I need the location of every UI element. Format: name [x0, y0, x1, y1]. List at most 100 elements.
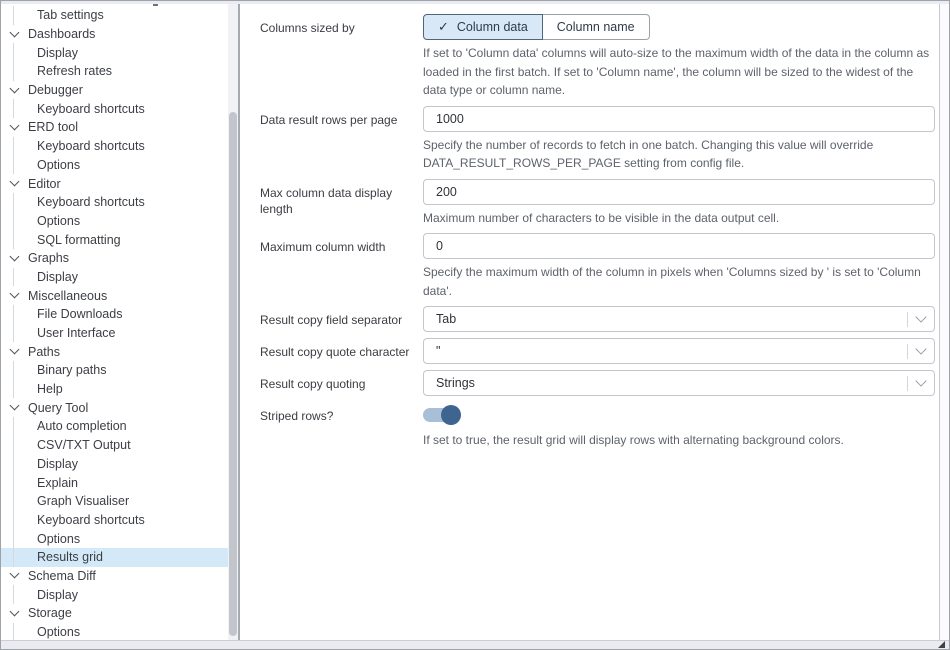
preferences-panel: Columns sized by✓Column dataColumn nameI… — [240, 4, 939, 640]
sidebar-item-graphs[interactable]: Graphs — [1, 249, 228, 268]
sidebar-item-options[interactable]: Options — [1, 529, 228, 548]
sidebar-item-label: Explain — [37, 476, 78, 490]
sidebar-item-file-downloads[interactable]: File Downloads — [1, 305, 228, 324]
sidebar-item-display[interactable]: Display — [1, 43, 228, 62]
chevron-down-icon[interactable] — [10, 251, 20, 261]
sidebar-item-label: Display — [37, 46, 78, 60]
preference-label-striped-rows: Striped rows? — [260, 402, 423, 450]
sidebar-item-label: Paths — [28, 345, 60, 359]
select-result-copy-quote-character[interactable]: " — [423, 338, 935, 364]
sidebar-item-storage[interactable]: Storage — [1, 604, 228, 623]
window-footer — [1, 640, 949, 649]
sidebar-item-user-interface[interactable]: User Interface — [1, 324, 228, 343]
select-result-copy-quoting[interactable]: Strings — [423, 370, 935, 396]
sidebar-item-options[interactable]: Options — [1, 156, 228, 175]
input-value: 200 — [436, 185, 457, 199]
sidebar-scrollbar-thumb[interactable] — [229, 112, 237, 636]
sidebar-item-label: Tab settings — [37, 8, 104, 22]
chevron-down-icon[interactable] — [10, 345, 20, 355]
input-value: 1000 — [436, 112, 464, 126]
preference-label-result-copy-field-separator: Result copy field separator — [260, 306, 423, 332]
input-data-result-rows-per-page[interactable]: 1000 — [423, 106, 935, 132]
sidebar-item-keyboard-shortcuts[interactable]: Keyboard shortcuts — [1, 99, 228, 118]
preferences-tree: Tab settings Dashboards Display Refresh rat… — [1, 4, 228, 640]
segment-column-name[interactable]: Column name — [543, 14, 650, 40]
preference-control-cell: 200 Maximum number of characters to be vi… — [423, 179, 935, 228]
chevron-down-icon[interactable] — [10, 27, 20, 37]
segmented-columns-sized-by: ✓Column dataColumn name — [423, 14, 650, 40]
sidebar-item-dashboards[interactable]: Dashboards — [1, 25, 228, 44]
chevron-down-icon[interactable] — [915, 311, 926, 322]
tree-guide-line — [13, 156, 14, 175]
chevron-down-icon[interactable] — [10, 83, 20, 93]
tree-guide-line — [13, 473, 14, 492]
sidebar-item-paths[interactable]: Paths — [1, 342, 228, 361]
preference-row-result-copy-quoting: Result copy quotingStrings — [260, 370, 931, 396]
chevron-down-icon[interactable] — [10, 121, 20, 131]
tree-guide-line — [13, 6, 14, 25]
sidebar-item-display[interactable]: Display — [1, 268, 228, 287]
tree-guide-line — [13, 548, 14, 567]
sidebar-item-label: Debugger — [28, 83, 83, 97]
sidebar-item-options[interactable]: Options — [1, 623, 228, 640]
chevron-down-icon[interactable] — [10, 401, 20, 411]
sidebar-item-label: Keyboard shortcuts — [37, 513, 145, 527]
tree-guide-line — [13, 305, 14, 324]
sidebar-item-binary-paths[interactable]: Binary paths — [1, 361, 228, 380]
sidebar-item-label: Keyboard shortcuts — [37, 195, 145, 209]
help-text-data-result-rows-per-page: Specify the number of records to fetch i… — [423, 136, 935, 173]
resize-grip-icon[interactable] — [938, 641, 945, 648]
sidebar-item-debugger[interactable]: Debugger — [1, 81, 228, 100]
sidebar-item-keyboard-shortcuts[interactable]: Keyboard shortcuts — [1, 137, 228, 156]
chevron-down-icon[interactable] — [10, 177, 20, 187]
tree-guide-line — [13, 585, 14, 604]
sidebar-item-keyboard-shortcuts[interactable]: Keyboard shortcuts — [1, 193, 228, 212]
sidebar-item-miscellaneous[interactable]: Miscellaneous — [1, 286, 228, 305]
select-result-copy-field-separator[interactable]: Tab — [423, 306, 935, 332]
sidebar-item-label: Query Tool — [28, 401, 88, 415]
sidebar-item-auto-completion[interactable]: Auto completion — [1, 417, 228, 436]
tree-guide-line — [13, 137, 14, 156]
preferences-window: Tab settings Dashboards Display Refresh rat… — [0, 0, 950, 650]
sidebar-item-options[interactable]: Options — [1, 212, 228, 231]
sidebar-item-erd-tool[interactable]: ERD tool — [1, 118, 228, 137]
preference-row-maximum-column-width: Maximum column width0Specify the maximum… — [260, 233, 931, 300]
sidebar-item-sql-formatting[interactable]: SQL formatting — [1, 230, 228, 249]
panel-scrollbar-track[interactable] — [939, 4, 949, 640]
sidebar-item-label: ERD tool — [28, 120, 78, 134]
sidebar-item-graph-visualiser[interactable]: Graph Visualiser — [1, 492, 228, 511]
sidebar-item-query-tool[interactable]: Query Tool — [1, 398, 228, 417]
preference-control-cell: If set to true, the result grid will dis… — [423, 402, 935, 450]
chevron-down-icon[interactable] — [915, 343, 926, 354]
sidebar-scrollbar-track[interactable] — [228, 4, 238, 640]
tree-guide-line — [13, 511, 14, 530]
sidebar-item-label: Options — [37, 214, 80, 228]
chevron-down-icon[interactable] — [10, 289, 20, 299]
toggle-striped-rows[interactable] — [423, 408, 460, 422]
help-text-max-column-data-display-length: Maximum number of characters to be visib… — [423, 209, 935, 228]
tree-guide-line — [13, 230, 14, 249]
chevron-down-icon[interactable] — [915, 375, 926, 386]
sidebar-item-help[interactable]: Help — [1, 380, 228, 399]
segment-column-data[interactable]: ✓Column data — [423, 14, 543, 40]
sidebar-item-tab-settings[interactable]: Tab settings — [1, 6, 228, 25]
sidebar-item-label: Auto completion — [37, 419, 127, 433]
sidebar-item-csv-txt-output[interactable]: CSV/TXT Output — [1, 436, 228, 455]
sidebar-item-display[interactable]: Display — [1, 455, 228, 474]
sidebar-item-label: Options — [37, 532, 80, 546]
sidebar-item-display[interactable]: Display — [1, 585, 228, 604]
sidebar-item-explain[interactable]: Explain — [1, 473, 228, 492]
input-maximum-column-width[interactable]: 0 — [423, 233, 935, 259]
preference-row-columns-sized-by: Columns sized by✓Column dataColumn nameI… — [260, 14, 931, 100]
chevron-down-icon[interactable] — [10, 569, 20, 579]
sidebar-item-label: File Downloads — [37, 307, 122, 321]
chevron-down-icon[interactable] — [10, 606, 20, 616]
input-max-column-data-display-length[interactable]: 200 — [423, 179, 935, 205]
sidebar-item-keyboard-shortcuts[interactable]: Keyboard shortcuts — [1, 511, 228, 530]
sidebar-item-editor[interactable]: Editor — [1, 174, 228, 193]
sidebar-item-label: Graphs — [28, 251, 69, 265]
sidebar-item-results-grid[interactable]: Results grid — [1, 548, 228, 567]
preference-row-data-result-rows-per-page: Data result rows per page1000Specify the… — [260, 106, 931, 173]
sidebar-item-refresh-rates[interactable]: Refresh rates — [1, 62, 228, 81]
sidebar-item-schema-diff[interactable]: Schema Diff — [1, 567, 228, 586]
